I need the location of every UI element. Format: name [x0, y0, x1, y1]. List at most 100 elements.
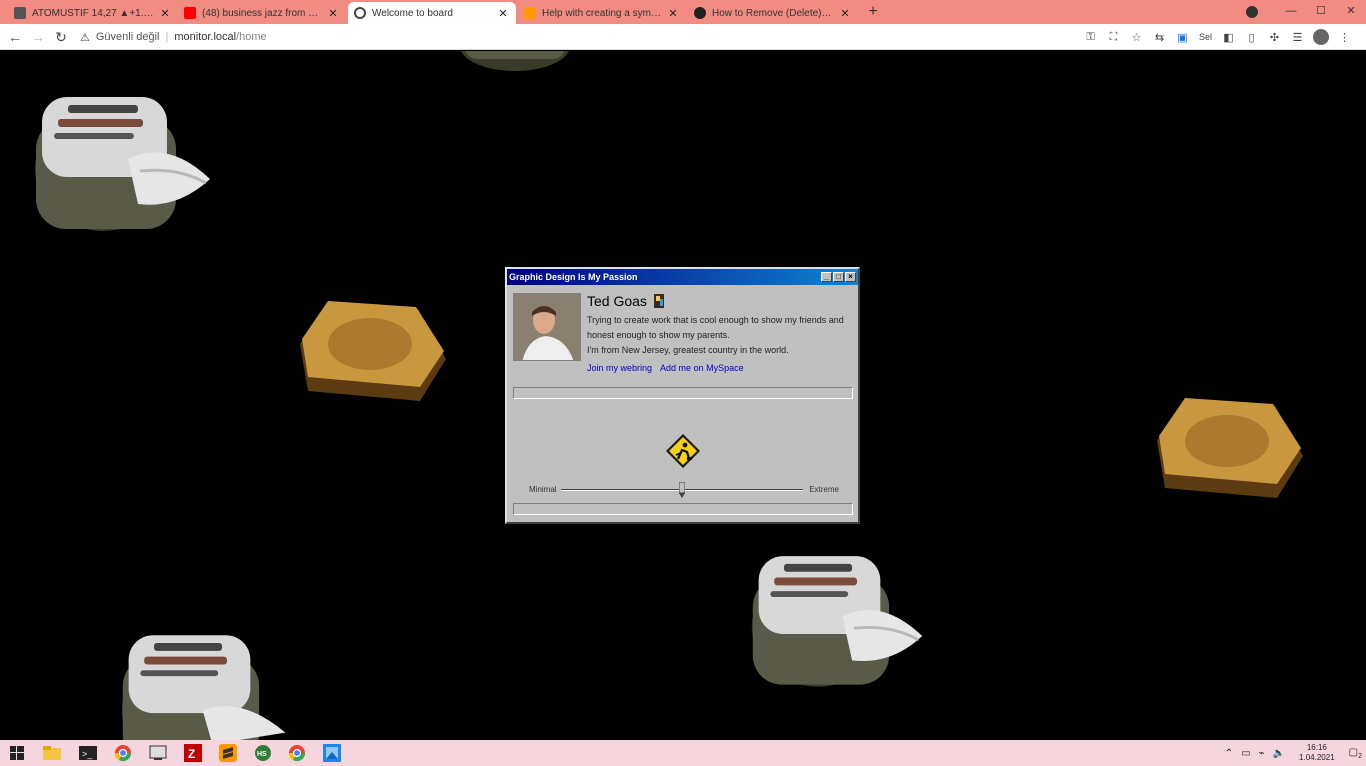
menu-icon[interactable]: ⋮: [1333, 31, 1356, 44]
window-controls: — ☐ ✕: [1276, 0, 1366, 24]
webring-link[interactable]: Join my webring: [587, 363, 652, 373]
window-title: Graphic Design Is My Passion: [509, 272, 638, 282]
toast-icon: [1157, 398, 1303, 498]
extension-icon[interactable]: ▣: [1171, 31, 1194, 44]
tab-close-icon[interactable]: ✕: [496, 7, 510, 20]
profile-location: I'm from New Jersey, greatest country in…: [587, 345, 789, 355]
slider-min-label: Minimal: [529, 485, 557, 494]
record-icon[interactable]: [1246, 6, 1258, 18]
slider-max-label: Extreme: [809, 485, 839, 494]
minimize-button[interactable]: —: [1276, 0, 1306, 24]
toast-icon: [300, 301, 446, 401]
tab-label: How to Remove (Delete) Symbo...: [712, 7, 834, 19]
flying-toaster-icon: [751, 556, 923, 687]
tab-label: Help with creating a symlink in ...: [542, 7, 662, 19]
flying-toaster-icon: [35, 97, 210, 231]
hs-icon[interactable]: HS: [253, 743, 273, 763]
tab-youtube[interactable]: (48) business jazz from 70s Vi... ✕: [178, 2, 346, 24]
reload-button[interactable]: ↻: [51, 27, 71, 47]
bottom-status-bar: [513, 503, 853, 515]
playlist-icon[interactable]: ☰: [1286, 31, 1309, 44]
notification-count: 2: [1358, 752, 1362, 760]
window-body: Ted Goas Trying to create work that is c…: [507, 285, 858, 520]
myspace-link[interactable]: Add me on MySpace: [660, 363, 744, 373]
sublime-icon[interactable]: [218, 743, 238, 763]
page-content: Graphic Design Is My Passion _ □ × Ted G…: [0, 51, 1366, 740]
sel-icon[interactable]: Sel: [1194, 32, 1217, 42]
volume-icon[interactable]: 🔈: [1273, 748, 1285, 759]
file-explorer-icon[interactable]: [42, 743, 62, 763]
profile-bio: Trying to create work that is cool enoug…: [587, 315, 844, 340]
slider-thumb[interactable]: [679, 482, 685, 498]
close-button[interactable]: ✕: [1336, 0, 1366, 24]
new-tab-button[interactable]: +: [864, 3, 882, 21]
chrome-icon[interactable]: [113, 743, 133, 763]
youtube-icon: [184, 7, 196, 19]
tab-welcome-to-board[interactable]: Welcome to board ✕: [348, 2, 516, 24]
terminal-icon[interactable]: >_: [78, 743, 98, 763]
style-slider[interactable]: Minimal Extreme: [529, 482, 839, 498]
status-bar: [513, 387, 853, 399]
warning-icon[interactable]: ⚠: [80, 31, 90, 44]
avatar[interactable]: [1313, 29, 1329, 45]
tab-close-icon[interactable]: ✕: [666, 7, 680, 20]
tab-label: ATOMUSTIF 14,27 ▲+1.29% | ...: [32, 7, 154, 19]
flying-toaster-icon: [121, 635, 286, 740]
back-button[interactable]: ←: [5, 27, 25, 47]
security-label: Güvenli değil: [95, 31, 160, 43]
tab-close-icon[interactable]: ✕: [838, 7, 852, 20]
translate-icon[interactable]: ⛶: [1102, 31, 1125, 44]
stackoverflow-icon: [524, 7, 536, 19]
tab-strip: ATOMUSTIF 14,27 ▲+1.29% | ... ✕ (48) bus…: [0, 0, 1366, 24]
svg-text:HS: HS: [257, 751, 267, 758]
cast-icon[interactable]: ⇆: [1148, 31, 1171, 44]
under-construction-icon: [666, 434, 700, 468]
tab-remove-symlink[interactable]: How to Remove (Delete) Symbo... ✕: [688, 2, 858, 24]
network-icon[interactable]: ⌁: [1259, 748, 1265, 759]
profile-photo: [513, 293, 581, 361]
window-maximize-button[interactable]: □: [833, 272, 844, 282]
clock-date: 1.04.2021: [1299, 753, 1335, 762]
tab-close-icon[interactable]: ✕: [158, 7, 172, 20]
clock[interactable]: 16:16 1.04.2021: [1299, 743, 1335, 763]
extension-icon[interactable]: ▯: [1240, 31, 1263, 44]
toolbar-icons: ⚿ ⛶ ☆ ⇆ ▣ Sel ◧ ▯ ✣ ☰ ⋮: [1079, 27, 1356, 47]
taskbar: >_ Z HS ⌃ ▭ ⌁ 🔈 16:16 1.04.2021 ▢2: [0, 740, 1366, 766]
svg-text:>_: >_: [82, 749, 93, 759]
filezilla-icon[interactable]: Z: [183, 743, 203, 763]
window-titlebar[interactable]: Graphic Design Is My Passion _ □ ×: [507, 269, 858, 285]
svg-text:Z: Z: [188, 747, 195, 761]
divider: |: [165, 31, 169, 43]
notification-icon[interactable]: ▢2: [1349, 747, 1362, 760]
chevron-up-icon[interactable]: ⌃: [1225, 748, 1233, 759]
puzzle-icon[interactable]: ✣: [1263, 31, 1286, 44]
tab-symlink-help[interactable]: Help with creating a symlink in ... ✕: [518, 2, 686, 24]
profile-window: Graphic Design Is My Passion _ □ × Ted G…: [505, 267, 860, 524]
key-icon[interactable]: ⚿: [1079, 31, 1102, 44]
profile-name: Ted Goas: [587, 293, 666, 309]
tab-label: (48) business jazz from 70s Vi...: [202, 7, 322, 19]
battery-icon[interactable]: ▭: [1241, 748, 1250, 759]
extension-icon[interactable]: ◧: [1217, 31, 1240, 44]
maximize-button[interactable]: ☐: [1306, 0, 1336, 24]
star-icon[interactable]: ☆: [1125, 31, 1148, 44]
window-close-button[interactable]: ×: [845, 272, 856, 282]
window-minimize-button[interactable]: _: [821, 272, 832, 282]
site-icon: [694, 7, 706, 19]
forward-button[interactable]: →: [28, 27, 48, 47]
browser-toolbar: ← → ↻ ⚠ Güvenli değil | monitor.local/ho…: [0, 24, 1366, 50]
tab-favicon: [14, 7, 26, 19]
url-path: /home: [236, 31, 267, 43]
url-host: monitor.local: [174, 31, 237, 43]
tab-close-icon[interactable]: ✕: [326, 7, 340, 20]
profile-links: Join my webring Add me on MySpace: [587, 363, 750, 373]
tab-label: Welcome to board: [372, 7, 453, 19]
clock-time: 16:16: [1306, 743, 1327, 752]
app-icon[interactable]: [148, 743, 168, 763]
paint-icon[interactable]: [322, 743, 342, 763]
tab-atomustif[interactable]: ATOMUSTIF 14,27 ▲+1.29% | ... ✕: [8, 2, 178, 24]
globe-icon: [354, 7, 366, 19]
address-bar[interactable]: ⚠ Güvenli değil | monitor.local/home: [80, 27, 267, 47]
windows-start-icon[interactable]: [7, 743, 27, 763]
chrome-icon-2[interactable]: [287, 743, 307, 763]
